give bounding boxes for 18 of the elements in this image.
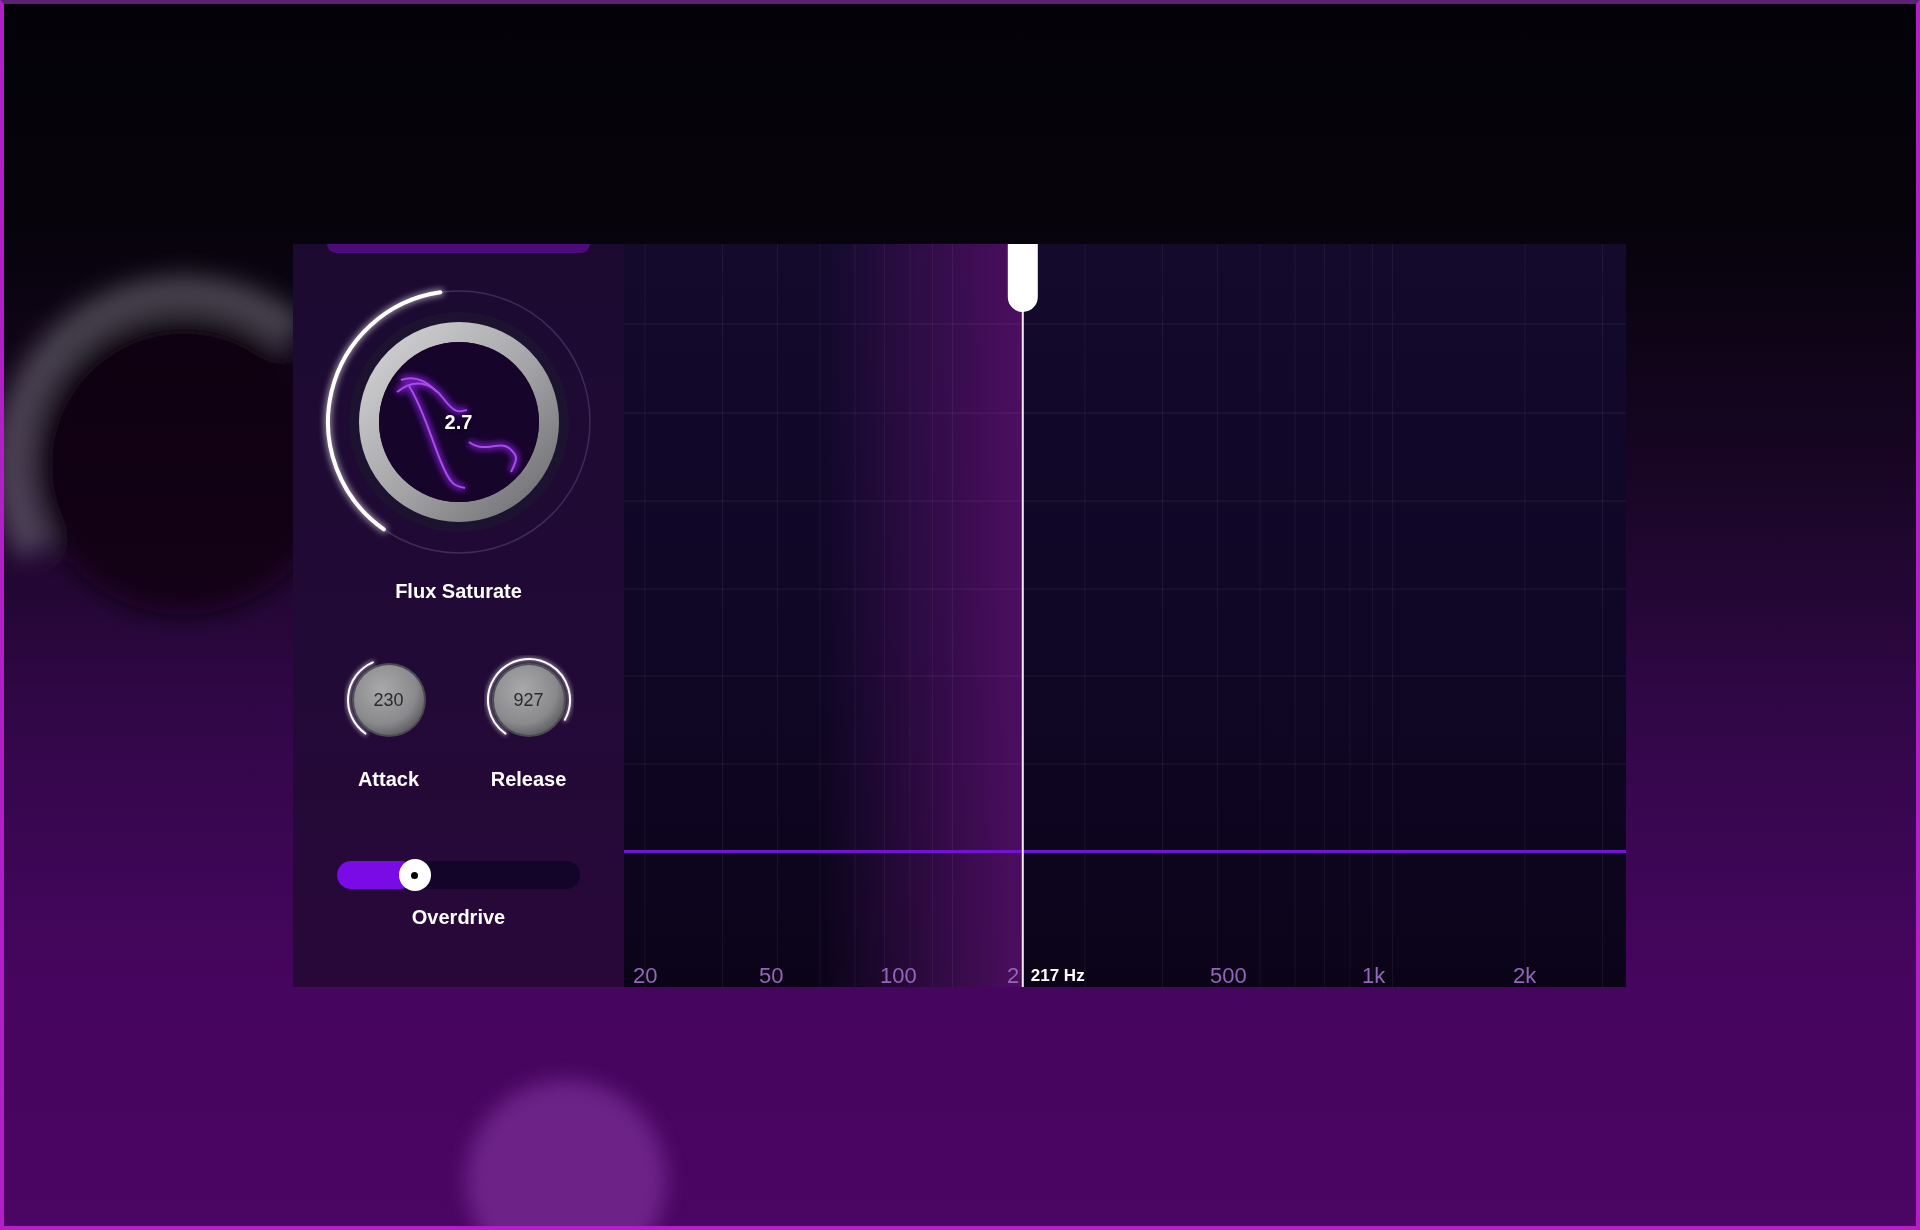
frequency-label: 20 (633, 965, 658, 987)
frequency-label: 2 (1007, 965, 1020, 987)
knob-label: Release (490, 767, 567, 791)
knob-label: Attack (357, 767, 420, 791)
frequency-label: 2k (1513, 965, 1537, 987)
marker-frequency-label: 217 Hz (1030, 966, 1085, 986)
overdrive-slider[interactable] (337, 861, 580, 889)
knob-value: 230 (373, 689, 404, 711)
frequency-label: 500 (1210, 965, 1247, 987)
knob-value: 2.7 (444, 410, 473, 434)
frequency-label: 100 (880, 965, 917, 987)
slider-thumb[interactable] (398, 859, 431, 891)
knob-label: Flux Saturate (395, 579, 522, 603)
frequency-label: 50 (759, 965, 784, 987)
frequency-label: 1k (1362, 965, 1386, 987)
knob-value: 927 (513, 689, 544, 711)
marker-handle[interactable] (1007, 244, 1038, 312)
slider-label: Overdrive (411, 905, 506, 929)
